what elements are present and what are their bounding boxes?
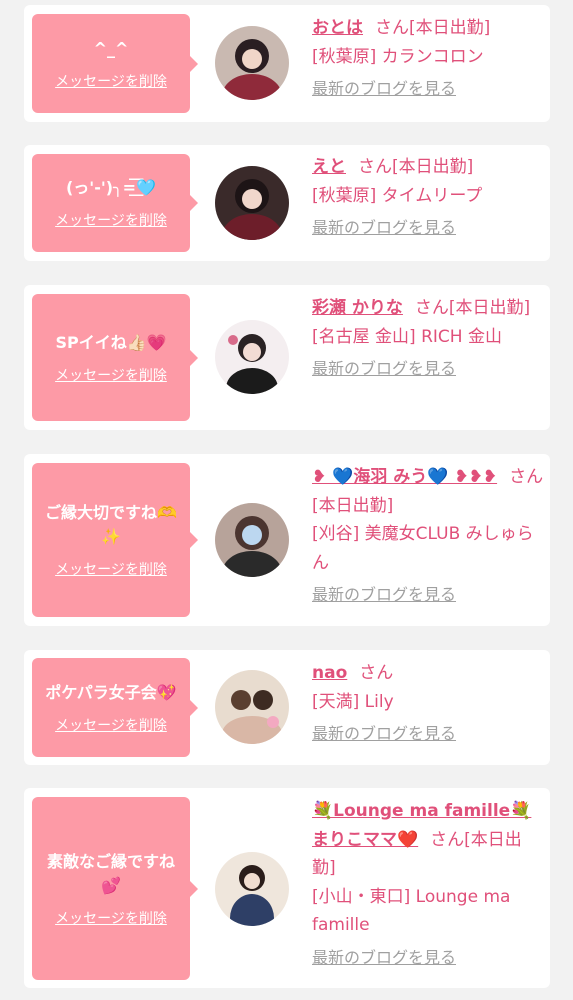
avatar[interactable] <box>215 503 289 577</box>
avatar[interactable] <box>215 670 289 744</box>
message-card: SPイイね👍🏻💗 メッセージを削除 彩瀬 かりな さん[本日出勤] [名古屋 金山… <box>24 285 550 430</box>
cast-name-link[interactable]: おとは <box>312 18 363 38</box>
message-text: ポケパラ女子会💖 <box>45 682 177 702</box>
message-card: ポケパラ女子会💖 メッセージを削除 nao さん [天満] Lily 最新のブログ… <box>24 650 550 765</box>
shop-name: [秋葉原] タイムリープ <box>312 185 483 206</box>
delete-message-link[interactable]: メッセージを削除 <box>55 559 167 579</box>
message-card: (っ'-')╮=͟͟͞͞🩵 メッセージを削除 えと さん[本日出勤] [秋葉原] … <box>24 145 550 261</box>
shop-name: [秋葉原] カランコロン <box>312 46 484 67</box>
delete-message-link[interactable]: メッセージを削除 <box>55 71 167 91</box>
latest-blog-link[interactable]: 最新のブログを見る <box>312 214 544 243</box>
cast-info: ❥ 💙海羽 みう💙 ❥❥❥ さん[本日出勤] [刈谷] 美魔女CLUB みしゅらん… <box>312 463 544 610</box>
shop-name: [小山・東口] Lounge ma famille <box>312 886 511 936</box>
message-bubble: (っ'-')╮=͟͟͞͞🩵 メッセージを削除 <box>32 154 198 252</box>
cast-info: nao さん [天満] Lily 最新のブログを見る <box>312 659 544 749</box>
message-text: ^_^ <box>93 38 129 58</box>
latest-blog-link[interactable]: 最新のブログを見る <box>312 720 544 749</box>
cast-name-link[interactable]: nao <box>312 663 347 683</box>
message-text: (っ'-')╮=͟͟͞͞🩵 <box>65 178 157 197</box>
cast-name-link[interactable]: えと <box>312 157 346 177</box>
message-card: ご縁大切ですね🫶✨ メッセージを削除 ❥ 💙海羽 みう💙 ❥❥❥ さん[本日出勤]… <box>24 454 550 626</box>
latest-blog-link[interactable]: 最新のブログを見る <box>312 944 544 973</box>
cast-name-link[interactable]: ❥ 💙海羽 みう💙 ❥❥❥ <box>312 467 497 487</box>
cast-info: 彩瀬 かりな さん[本日出勤] [名古屋 金山] RICH 金山 最新のブログを見… <box>312 294 544 384</box>
delete-message-link[interactable]: メッセージを削除 <box>55 365 167 385</box>
cast-info: おとは さん[本日出勤] [秋葉原] カランコロン 最新のブログを見る <box>312 14 544 104</box>
delete-message-link[interactable]: メッセージを削除 <box>55 715 167 735</box>
message-bubble: 素敵なご縁ですね💕 メッセージを削除 <box>32 797 198 980</box>
latest-blog-link[interactable]: 最新のブログを見る <box>312 75 544 104</box>
latest-blog-link[interactable]: 最新のブログを見る <box>312 355 544 384</box>
message-bubble: ご縁大切ですね🫶✨ メッセージを削除 <box>32 463 198 617</box>
delete-message-link[interactable]: メッセージを削除 <box>55 908 167 928</box>
delete-message-link[interactable]: メッセージを削除 <box>55 210 167 230</box>
cast-name-link[interactable]: 彩瀬 かりな <box>312 298 403 318</box>
cast-info: えと さん[本日出勤] [秋葉原] タイムリープ 最新のブログを見る <box>312 153 544 243</box>
message-bubble: SPイイね👍🏻💗 メッセージを削除 <box>32 294 198 421</box>
shop-name: [天満] Lily <box>312 691 394 712</box>
cast-status: さん[本日出勤] <box>358 157 474 177</box>
cast-status: さん <box>359 663 394 683</box>
shop-name: [名古屋 金山] RICH 金山 <box>312 326 502 347</box>
latest-blog-link[interactable]: 最新のブログを見る <box>312 581 544 610</box>
cast-status: さん[本日出勤] <box>375 18 491 38</box>
cast-status: さん[本日出勤] <box>414 298 531 318</box>
message-text: ご縁大切ですね🫶✨ <box>45 503 177 546</box>
message-card: 素敵なご縁ですね💕 メッセージを削除 💐Lounge ma famille💐 ま… <box>24 788 550 988</box>
message-bubble: ^_^ メッセージを削除 <box>32 14 198 113</box>
avatar[interactable] <box>215 852 289 926</box>
message-bubble: ポケパラ女子会💖 メッセージを削除 <box>32 658 198 757</box>
message-card: ^_^ メッセージを削除 おとは さん[本日出勤] [秋葉原] カランコロン 最新… <box>24 5 550 122</box>
avatar[interactable] <box>215 320 289 394</box>
avatar[interactable] <box>215 26 289 100</box>
shop-name: [刈谷] 美魔女CLUB みしゅらん <box>312 524 534 573</box>
avatar[interactable] <box>215 166 289 240</box>
message-text: SPイイね👍🏻💗 <box>55 332 167 352</box>
cast-info: 💐Lounge ma famille💐 まりこママ❤️ さん[本日出勤] [小山・… <box>312 797 544 972</box>
message-text: 素敵なご縁ですね💕 <box>46 851 175 895</box>
